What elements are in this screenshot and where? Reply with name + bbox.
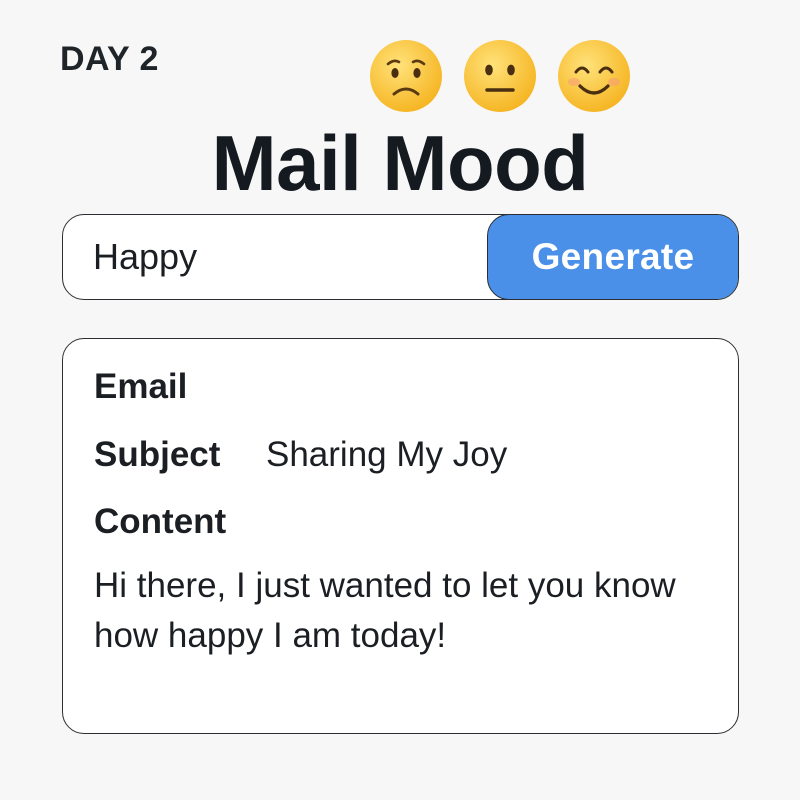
content-body: Hi there, I just wanted to let you know … bbox=[94, 566, 676, 655]
email-heading: Email bbox=[94, 367, 188, 406]
subject-value: Sharing My Joy bbox=[266, 435, 508, 474]
mail-mood-page: DAY 2 Mail Mood Happy Generate Email Sub… bbox=[0, 0, 800, 800]
page-title: Mail Mood bbox=[211, 119, 589, 207]
worried-face-icon[interactable] bbox=[368, 38, 444, 114]
mood-emoji-row bbox=[368, 38, 632, 114]
generate-button[interactable]: Generate bbox=[487, 215, 738, 299]
subject-row: Subject Sharing My Joy bbox=[94, 435, 507, 475]
neutral-face-icon[interactable] bbox=[462, 38, 538, 114]
day-label: DAY 2 bbox=[60, 40, 159, 78]
email-card: Email Subject Sharing My Joy Content Hi … bbox=[62, 338, 739, 734]
mood-input[interactable] bbox=[63, 215, 503, 299]
mood-input-bar: Generate bbox=[62, 214, 739, 300]
subject-label: Subject bbox=[94, 435, 221, 474]
content-label: Content bbox=[94, 502, 227, 541]
smiling-face-icon[interactable] bbox=[556, 38, 632, 114]
